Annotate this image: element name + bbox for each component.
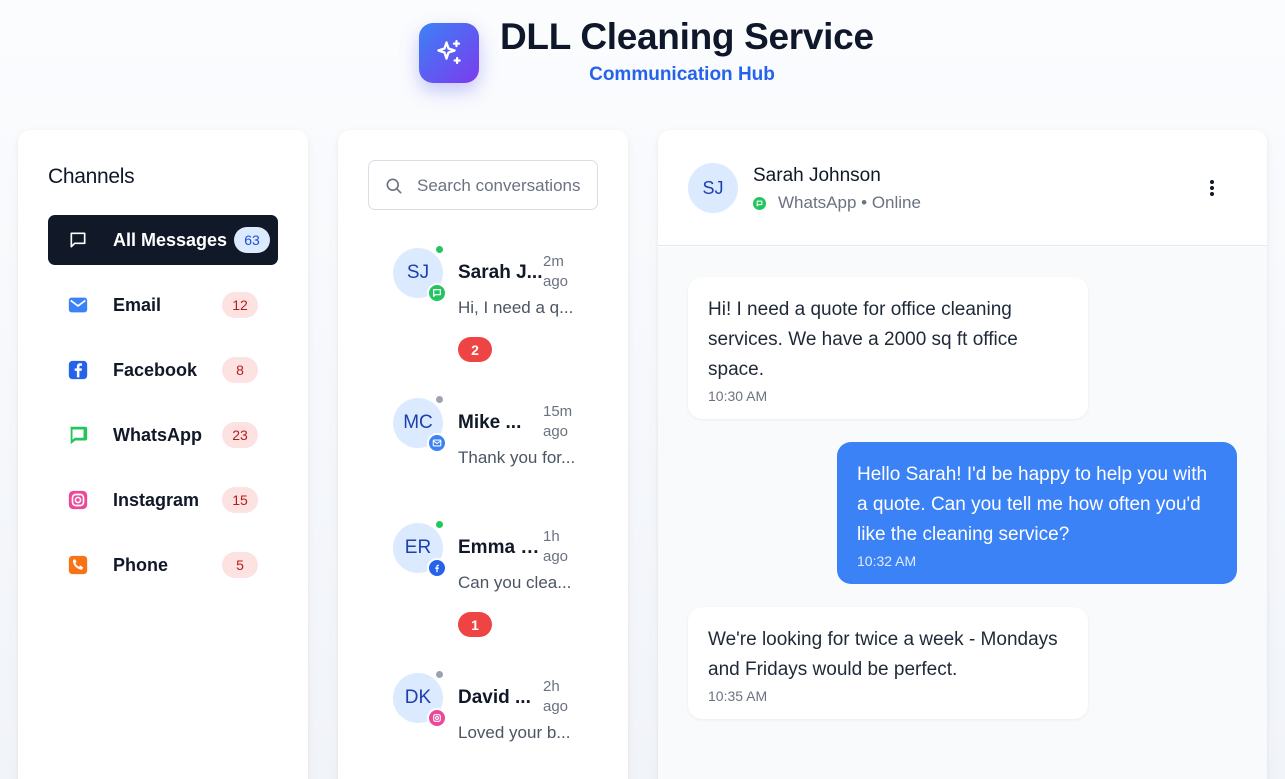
- contact-status: WhatsApp • Online: [753, 193, 921, 213]
- channel-count-badge: 12: [222, 292, 258, 318]
- chat-panel: SJ Sarah Johnson WhatsApp • Online Hi! I…: [658, 130, 1267, 779]
- chat-header: SJ Sarah Johnson WhatsApp • Online: [658, 130, 1267, 246]
- conversation-name: Sarah J...: [458, 262, 543, 283]
- facebook-icon: [67, 359, 89, 381]
- whatsapp-icon: [753, 196, 766, 210]
- channel-label: WhatsApp: [113, 424, 202, 445]
- sparkles-logo-icon: [419, 23, 479, 83]
- conversation-preview: Can you clea...: [458, 573, 572, 592]
- channel-email[interactable]: Email 12: [48, 280, 278, 330]
- offline-status-dot: [434, 669, 445, 680]
- avatar: SJ: [688, 163, 738, 213]
- channels-panel: Channels All Messages 63 Email 12 Facebo…: [18, 130, 308, 779]
- contact-name: Sarah Johnson: [753, 165, 881, 186]
- conversation-name: Mike ...: [458, 412, 522, 433]
- channel-count-badge: 8: [222, 357, 258, 383]
- whatsapp-icon: [67, 424, 89, 446]
- conversation-time: 15m ago: [543, 403, 573, 440]
- app-subtitle: Communication Hub: [589, 64, 775, 85]
- mail-icon: [67, 294, 89, 316]
- channel-instagram[interactable]: Instagram 15: [48, 475, 278, 525]
- channel-count-badge: 23: [222, 422, 258, 448]
- search-box[interactable]: [368, 160, 598, 210]
- contact-status-text: WhatsApp • Online: [778, 193, 921, 212]
- conversation-name: Emma R...: [458, 537, 546, 558]
- online-status-dot: [434, 244, 445, 255]
- channel-count-badge: 15: [222, 487, 258, 513]
- channel-count-badge: 63: [234, 227, 270, 253]
- search-input[interactable]: [417, 173, 587, 199]
- more-vertical-icon: [1210, 180, 1214, 196]
- facebook-icon: [427, 558, 447, 578]
- app-header: DLL Cleaning Service Communication Hub: [0, 0, 1285, 110]
- conversation-time: 1h ago: [543, 528, 569, 565]
- conversation-preview: Thank you for...: [458, 448, 576, 467]
- conversation-preview: Hi, I need a q...: [458, 298, 574, 317]
- incoming-message: Hi! I need a quote for office cleaning s…: [688, 277, 1088, 419]
- channel-label: Facebook: [113, 359, 198, 380]
- conversation-time: 2m ago: [543, 253, 569, 290]
- conversation-item[interactable]: SJ Sarah J... 2m ago Hi, I need a q... 2: [393, 244, 623, 378]
- conversation-preview: Loved your b...: [458, 723, 571, 742]
- channel-all-messages[interactable]: All Messages 63: [48, 215, 278, 265]
- outgoing-message: Hello Sarah! I'd be happy to help you wi…: [837, 442, 1237, 584]
- message-time: 10:32 AM: [857, 553, 917, 569]
- phone-icon: [67, 554, 89, 576]
- conversation-time: 2h ago: [543, 678, 569, 715]
- channels-heading: Channels: [48, 165, 135, 188]
- online-status-dot: [434, 519, 445, 530]
- channel-label: Phone: [113, 554, 169, 575]
- message-square-icon: [67, 229, 89, 251]
- mail-icon: [427, 433, 447, 453]
- message-time: 10:35 AM: [708, 688, 768, 704]
- whatsapp-icon: [427, 283, 447, 303]
- message-text: We're looking for twice a week - Mondays…: [708, 629, 1058, 680]
- instagram-icon: [427, 708, 447, 728]
- conversation-item[interactable]: ER Emma R... 1h ago Can you clea... 1: [393, 519, 623, 653]
- channel-label: Email: [113, 294, 162, 315]
- message-text: Hi! I need a quote for office cleaning s…: [708, 299, 1018, 380]
- incoming-message: We're looking for twice a week - Mondays…: [688, 607, 1088, 719]
- conversations-panel: SJ Sarah J... 2m ago Hi, I need a q... 2…: [338, 130, 628, 779]
- unread-count-badge: 1: [458, 612, 492, 637]
- channel-count-badge: 5: [222, 552, 258, 578]
- search-icon: [384, 176, 404, 201]
- message-time: 10:30 AM: [708, 388, 768, 404]
- offline-status-dot: [434, 394, 445, 405]
- conversation-name: David ...: [458, 687, 531, 708]
- instagram-icon: [67, 489, 89, 511]
- conversation-item[interactable]: DK David ... 2h ago Loved your b...: [393, 669, 623, 779]
- more-options-button[interactable]: [1203, 176, 1221, 200]
- message-list: Hi! I need a quote for office cleaning s…: [658, 247, 1267, 779]
- conversation-item[interactable]: MC Mike ... 15m ago Thank you for...: [393, 394, 623, 528]
- app-title: DLL Cleaning Service: [500, 16, 874, 57]
- message-text: Hello Sarah! I'd be happy to help you wi…: [857, 464, 1208, 545]
- channel-phone[interactable]: Phone 5: [48, 540, 278, 590]
- unread-count-badge: 2: [458, 337, 492, 362]
- channel-label: All Messages: [113, 229, 228, 250]
- channel-whatsapp[interactable]: WhatsApp 23: [48, 410, 278, 460]
- channel-facebook[interactable]: Facebook 8: [48, 345, 278, 395]
- channel-label: Instagram: [113, 489, 200, 510]
